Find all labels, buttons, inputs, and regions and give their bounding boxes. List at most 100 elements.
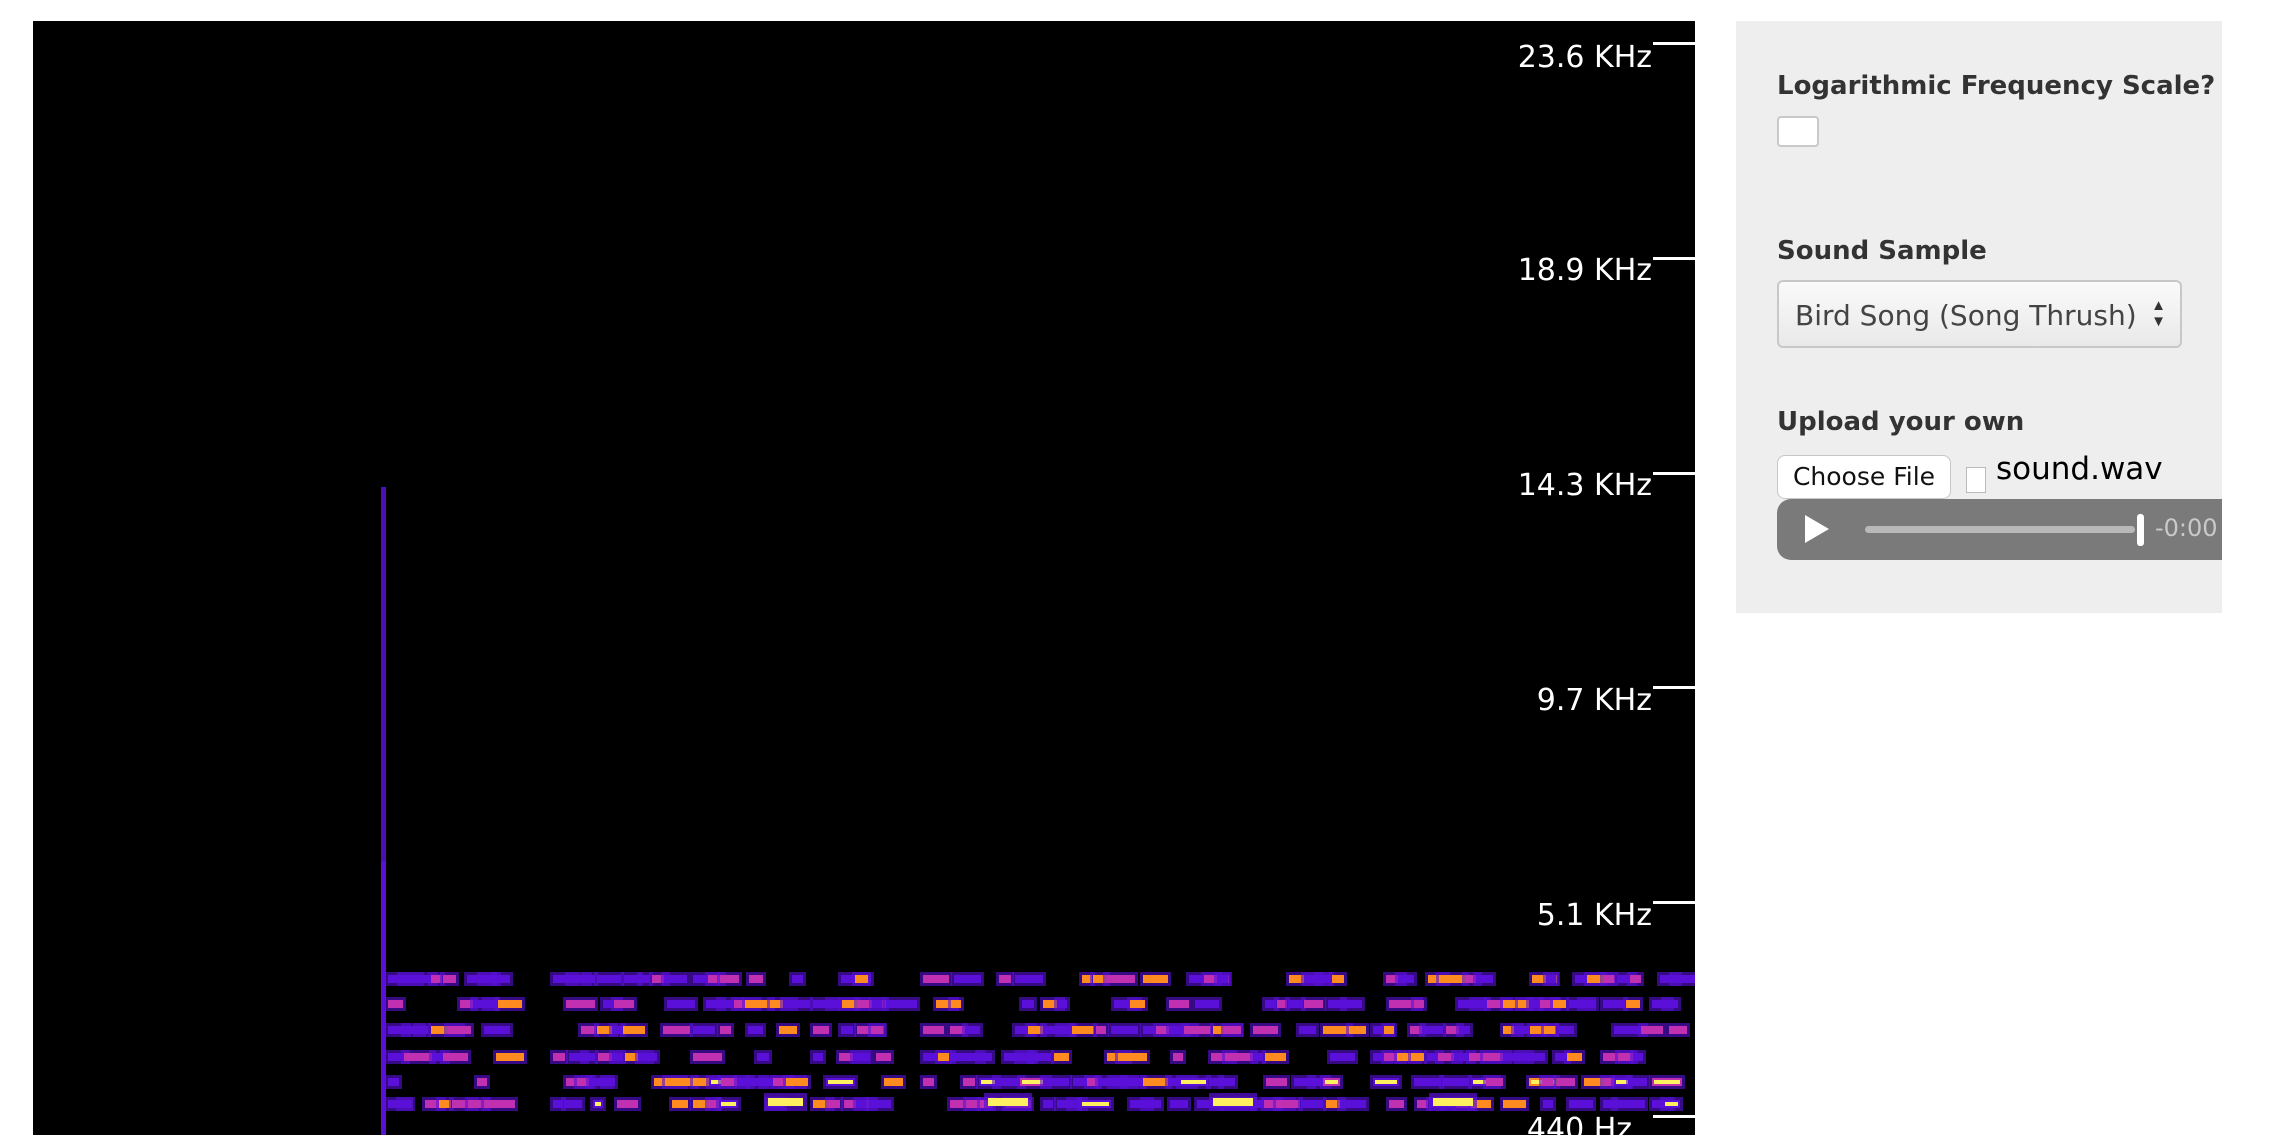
spectrogram-cell — [1422, 1026, 1443, 1034]
spectrogram-canvas: 23.6 KHz 18.9 KHz 14.3 KHz 9.7 KHz 5.1 K… — [33, 21, 1695, 1135]
spectrogram-cell — [581, 1026, 596, 1034]
spectrogram-cell — [1580, 1000, 1593, 1008]
spectrogram-cell — [792, 975, 803, 983]
spectrogram-cell — [828, 1080, 853, 1084]
spectrogram-cell — [1173, 1053, 1183, 1061]
spectrogram-cell — [869, 1100, 891, 1108]
spectrogram-cell — [1143, 975, 1168, 983]
spectrogram-cell — [1375, 1080, 1397, 1084]
spectrogram-cell — [1072, 1026, 1094, 1034]
spectrogram-cell — [638, 1053, 657, 1061]
spectrogram-cell — [923, 1078, 934, 1086]
sound-sample-select[interactable]: Bird Song (Song Thrush) ▲ ▼ — [1777, 280, 2182, 348]
spectrogram-cell — [1546, 975, 1556, 983]
spectrogram-cell — [617, 1100, 638, 1108]
spectrogram-cell — [595, 1102, 601, 1106]
freq-tick — [1653, 42, 1695, 45]
spectrogram-cell — [564, 1100, 582, 1108]
spectrogram-cell — [768, 1098, 803, 1106]
choose-file-button[interactable]: Choose File — [1777, 455, 1951, 499]
spectrogram-cell — [872, 1000, 882, 1008]
spectrogram-cell — [841, 1026, 853, 1034]
spectrogram-cell — [1567, 1053, 1582, 1061]
spectrogram-cell — [614, 1000, 634, 1008]
log-scale-checkbox[interactable] — [1777, 116, 1819, 147]
spectrogram-cell — [1096, 1026, 1106, 1034]
seek-thumb[interactable] — [2137, 514, 2144, 546]
spectrogram-cell — [1181, 1080, 1206, 1084]
select-arrows-icon: ▲ ▼ — [2151, 297, 2166, 330]
spectrogram-cell — [978, 1053, 992, 1061]
spectrogram-cell — [1043, 1078, 1069, 1086]
spectrogram-cell — [963, 1078, 975, 1086]
spectrogram-cell — [1304, 1000, 1323, 1008]
spectrogram-cell — [1384, 1026, 1394, 1034]
spectrogram-cell — [1253, 1053, 1263, 1061]
spectrogram-cell — [1389, 1100, 1404, 1108]
spectrogram-cell — [1224, 1026, 1241, 1034]
spectrogram-cell — [1323, 1026, 1350, 1034]
spectrogram-cell — [1195, 1000, 1219, 1008]
sound-sample-label: Sound Sample — [1777, 236, 1987, 266]
spectrogram-cell — [1614, 1100, 1645, 1108]
spectrogram-cell — [1301, 1100, 1323, 1108]
spectrogram-cell — [1439, 975, 1466, 983]
spectrogram-cell — [1664, 1000, 1678, 1008]
spectrogram-cell — [1476, 975, 1493, 983]
spectrogram-cell — [1626, 1000, 1640, 1008]
spectrogram-cell — [388, 1078, 399, 1086]
spectrogram-cell — [1057, 1000, 1067, 1008]
freq-label-440hz: 440 Hz — [1526, 1112, 1632, 1136]
spectrogram-cell — [720, 975, 739, 983]
spectrogram-cell — [566, 1000, 595, 1008]
log-scale-label: Logarithmic Frequency Scale? — [1777, 71, 2216, 101]
spectrogram-cell — [786, 1078, 808, 1086]
spectrogram-cell — [484, 1026, 510, 1034]
spectrogram-cell — [1184, 1026, 1211, 1034]
spectrogram-cell — [477, 1078, 487, 1086]
freq-label-14-3khz: 14.3 KHz — [1517, 468, 1652, 503]
spectrogram-cell — [1054, 1053, 1069, 1061]
spectrogram-cell — [612, 1053, 623, 1061]
spectrogram-cell — [1433, 1098, 1473, 1106]
spectrogram-cell — [498, 1000, 522, 1008]
spectrogram-cell — [954, 975, 981, 983]
spectrogram-cell — [720, 1026, 731, 1034]
spectrogram-cell — [1442, 1078, 1469, 1086]
spectrogram-cell — [1414, 1000, 1424, 1008]
file-icon — [1966, 467, 1986, 493]
spectrogram-cell — [1317, 975, 1331, 983]
spectrogram-cell — [1641, 1026, 1663, 1034]
spectrogram-cell — [1669, 1026, 1687, 1034]
spectrogram-cell — [855, 975, 868, 983]
spectrogram-cell — [1630, 975, 1641, 983]
spectrogram-cell — [693, 1026, 715, 1034]
spectrogram-cell — [447, 1026, 471, 1034]
spectrogram-cell — [1340, 1100, 1366, 1108]
spectrogram-cell — [871, 1026, 883, 1034]
spectrogram-cell — [856, 1100, 866, 1108]
spectrogram-cell — [1459, 1026, 1470, 1034]
spectrogram-cell — [1217, 975, 1228, 983]
upload-label: Upload your own — [1777, 407, 2025, 437]
spectrogram-cell — [597, 975, 621, 983]
spectrogram-cell — [553, 1053, 565, 1061]
spectrogram-cell — [988, 1098, 1028, 1106]
spectrogram-cell — [1170, 1100, 1188, 1108]
freq-label-9-7khz: 9.7 KHz — [1536, 683, 1652, 718]
spectrogram-cell — [1672, 975, 1695, 983]
play-icon[interactable] — [1805, 515, 1829, 543]
spectrogram-cell — [664, 975, 687, 983]
spectrogram-cell — [813, 1053, 823, 1061]
spectrogram-cell — [1043, 1100, 1053, 1108]
spectrogram-cell — [494, 975, 510, 983]
spectrogram-cell — [1330, 1053, 1355, 1061]
spectrogram-cell — [1503, 1100, 1526, 1108]
spectrogram-image — [381, 487, 1695, 1135]
spectrogram-cell — [1082, 1102, 1109, 1106]
spectrogram-cell — [404, 1053, 433, 1061]
freq-label-23-6khz: 23.6 KHz — [1517, 40, 1652, 75]
spectrogram-cell — [693, 1053, 722, 1061]
spectrogram-cell — [1633, 1053, 1643, 1061]
seek-bar[interactable] — [1865, 526, 2135, 533]
